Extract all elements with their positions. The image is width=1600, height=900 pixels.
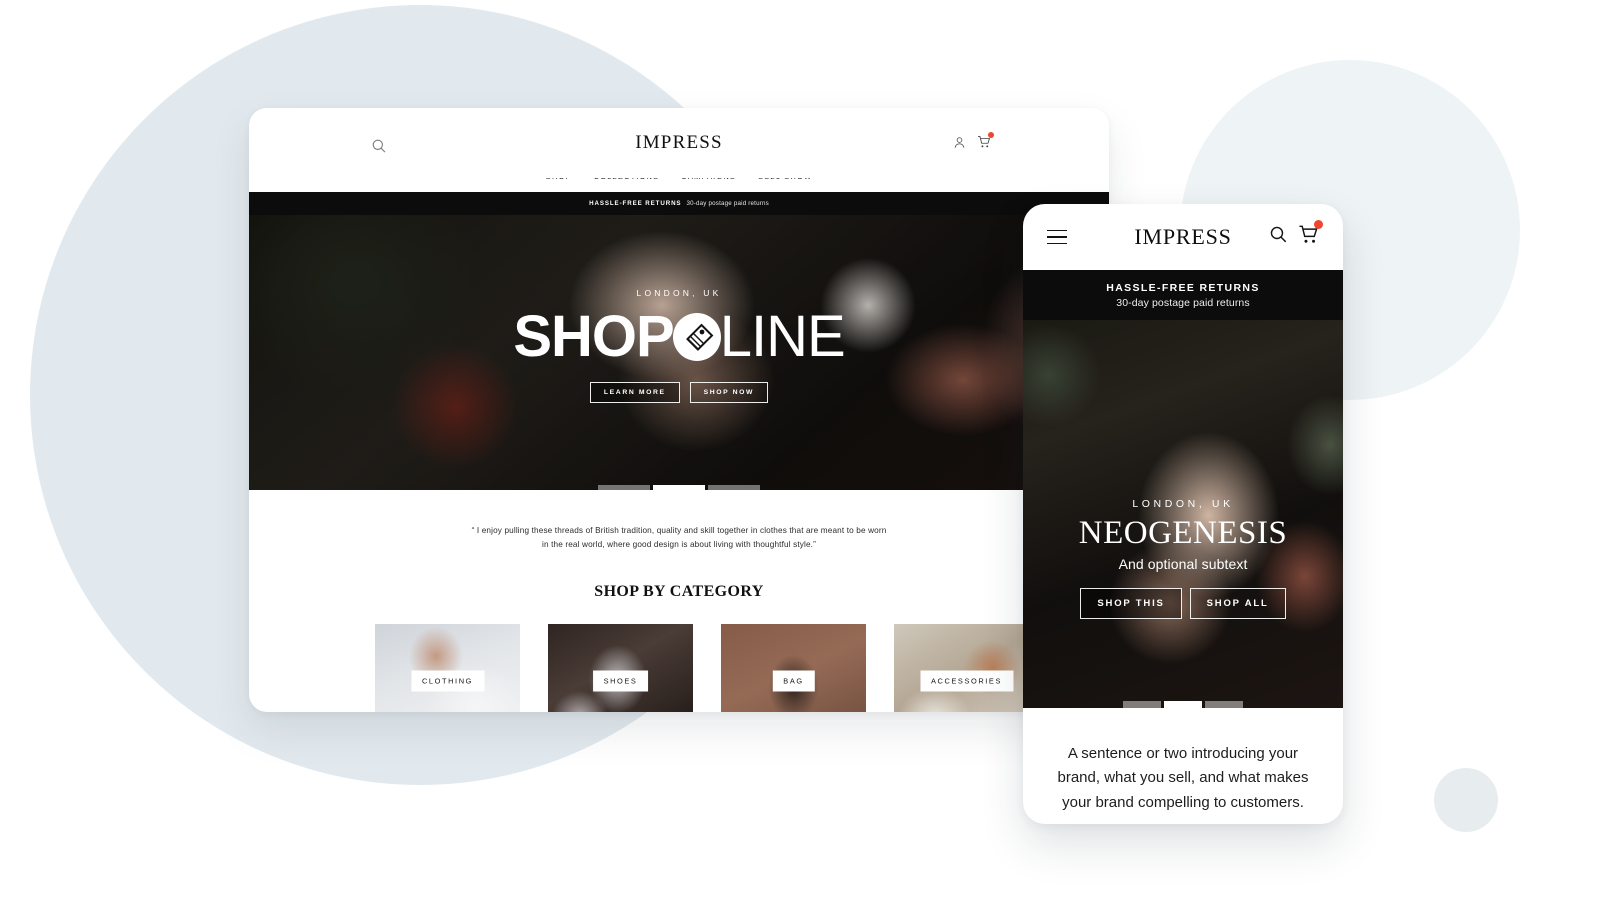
announcement-title: HASSLE-FREE RETURNS — [1106, 281, 1260, 294]
desktop-header-actions — [953, 132, 994, 154]
hero-background-image — [1023, 270, 1343, 708]
category-label: BAG — [772, 670, 815, 692]
hero-title-light: LINE — [719, 304, 846, 369]
category-image — [548, 623, 693, 712]
slider-indicator-3[interactable] — [1205, 701, 1243, 708]
mobile-slider-indicators — [1023, 701, 1343, 708]
hamburger-menu-icon[interactable] — [1047, 229, 1067, 245]
slider-indicator-3[interactable] — [708, 485, 760, 490]
cart-badge-dot — [988, 132, 994, 138]
shop-this-button[interactable]: SHOP THIS — [1080, 587, 1182, 619]
category-image — [721, 623, 866, 712]
desktop-hero-content: LONDON, UK SHOP LINE LEARN MORE SHOP NOW — [249, 288, 1109, 403]
hero-title: NEOGENESIS — [1078, 515, 1288, 551]
mobile-hero-cta-group: SHOP THIS SHOP ALL — [1023, 587, 1343, 619]
category-card-bag[interactable]: BAG — [721, 623, 866, 712]
desktop-device-mockup: IMPRESS SHOP COLLEC — [249, 108, 1109, 712]
slider-indicator-2[interactable] — [1164, 701, 1202, 708]
user-icon[interactable] — [953, 136, 966, 154]
category-card-clothing[interactable]: CLOTHING — [375, 623, 520, 712]
category-image — [894, 623, 1039, 712]
hero-slider-indicators — [249, 485, 1109, 490]
shop-now-button[interactable]: SHOP NOW — [689, 382, 769, 403]
category-label: ACCESSORIES — [920, 670, 1013, 692]
mobile-hero-banner: HASSLE-FREE RETURNS 30-day postage paid … — [1023, 270, 1343, 708]
mobile-brand-intro: A sentence or two introducing your brand… — [1057, 745, 1309, 811]
mobile-header: IMPRESS — [1023, 204, 1343, 270]
hero-eyebrow: LONDON, UK — [1132, 498, 1234, 510]
hero-eyebrow: LONDON, UK — [636, 288, 722, 298]
mobile-announcement-bar: HASSLE-FREE RETURNS 30-day postage paid … — [1023, 270, 1343, 320]
category-image — [375, 623, 520, 712]
announcement-subtitle: 30-day postage paid returns — [1116, 296, 1250, 309]
cart-badge-dot — [1314, 220, 1323, 229]
category-grid: CLOTHING SHOES BAG ACCESSORIES — [249, 623, 1109, 712]
announcement-title: HASSLE-FREE RETURNS — [589, 200, 682, 207]
slider-indicator-2[interactable] — [653, 485, 705, 490]
desktop-hero-banner: HASSLE-FREE RETURNS 30-day postage paid … — [249, 192, 1109, 490]
mobile-hero-content: LONDON, UK NEOGENESIS And optional subte… — [1023, 498, 1343, 619]
page-canvas: IMPRESS SHOP COLLEC — [0, 0, 1600, 900]
announcement-subtitle: 30-day postage paid returns — [686, 200, 769, 207]
category-label: CLOTHING — [411, 670, 484, 692]
category-card-shoes[interactable]: SHOES — [548, 623, 693, 712]
hero-title-bold: SHOP — [513, 304, 674, 369]
mobile-device-mockup: IMPRESS HASSLE-FREE RETURNS 30-day posta… — [1023, 204, 1343, 824]
category-label: SHOES — [592, 670, 649, 692]
hero-cta-group: LEARN MORE SHOP NOW — [249, 382, 1109, 403]
slider-indicator-1[interactable] — [598, 485, 650, 490]
hero-title: SHOP LINE — [513, 304, 846, 369]
background-circle-small — [1434, 768, 1498, 832]
hero-subtext: And optional subtext — [1118, 555, 1248, 572]
shop-by-category-heading: SHOP BY CATEGORY — [594, 582, 764, 600]
mobile-header-actions — [1269, 220, 1323, 250]
slider-indicator-1[interactable] — [1123, 701, 1161, 708]
price-tag-icon — [672, 312, 722, 362]
desktop-announcement-bar: HASSLE-FREE RETURNS 30-day postage paid … — [249, 192, 1109, 215]
shop-all-button[interactable]: SHOP ALL — [1189, 587, 1286, 619]
search-icon[interactable] — [1269, 225, 1288, 249]
category-card-accessories[interactable]: ACCESSORIES — [894, 623, 1039, 712]
cart-icon[interactable] — [1298, 220, 1323, 250]
learn-more-button[interactable]: LEARN MORE — [589, 382, 680, 403]
desktop-header: IMPRESS — [249, 108, 1109, 178]
cart-icon[interactable] — [977, 132, 994, 154]
brand-quote: “ I enjoy pulling these threads of Briti… — [471, 526, 887, 550]
